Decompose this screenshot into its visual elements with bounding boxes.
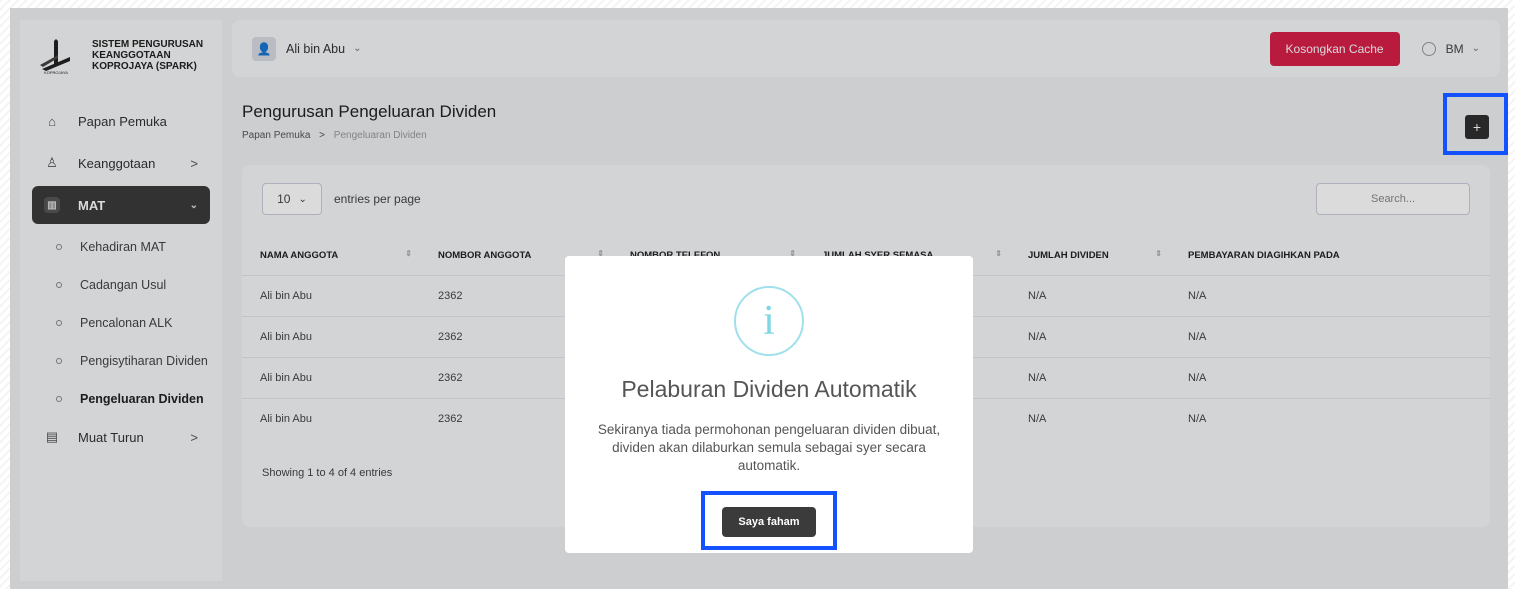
confirm-button-highlight [701, 491, 837, 550]
add-button-highlight [1443, 93, 1508, 155]
modal-title: Pelaburan Dividen Automatik [621, 376, 917, 402]
modal-message: Sekiranya tiada permohonan pengeluaran d… [597, 422, 941, 473]
info-icon: i [734, 286, 804, 356]
